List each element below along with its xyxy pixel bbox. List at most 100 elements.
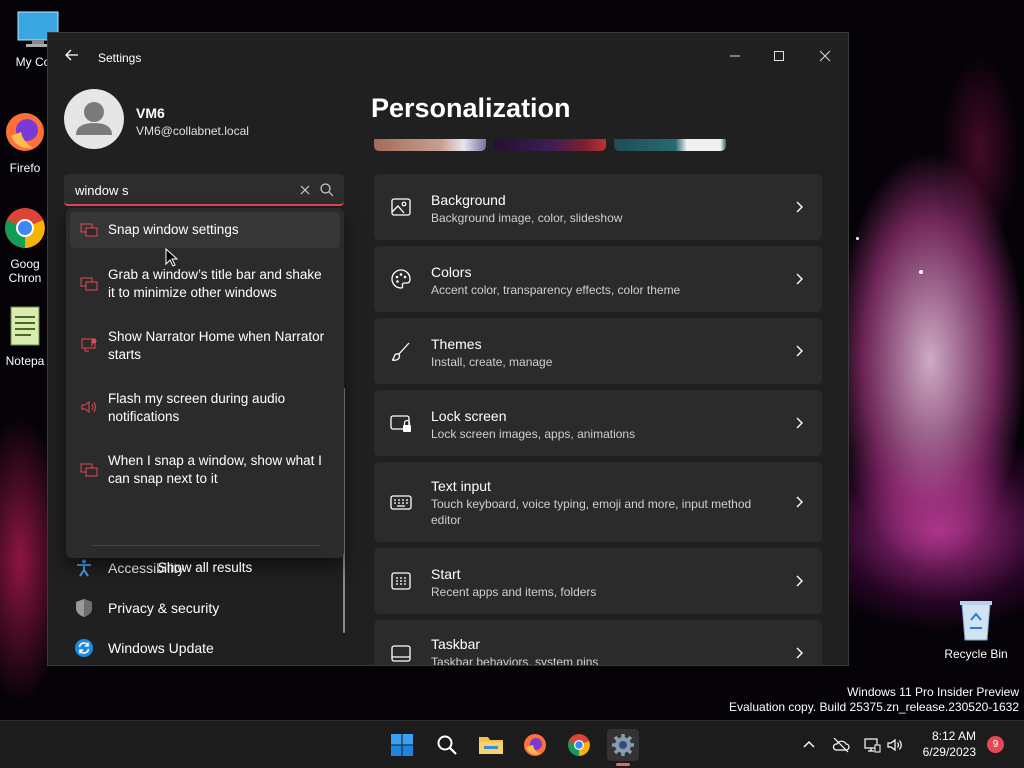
minimize-button[interactable] (712, 41, 758, 71)
wallpaper-sparkle (919, 270, 923, 274)
snap-window-icon (80, 463, 98, 477)
active-app-indicator (616, 763, 630, 766)
back-button[interactable] (62, 47, 82, 67)
windows-logo-icon (391, 734, 413, 756)
palette-icon (391, 269, 411, 289)
notepad-icon (10, 306, 40, 346)
card-title: Text input (431, 478, 491, 494)
user-icon (76, 102, 112, 135)
firefox-icon (6, 113, 44, 151)
gear-icon (612, 734, 634, 756)
window-title: Settings (98, 51, 142, 65)
theme-preview-thumbnail[interactable] (374, 139, 486, 151)
search-suggestion[interactable]: When I snap a window, show what I can sn… (70, 450, 340, 490)
suggestion-label: Flash my screen during audio notificatio… (108, 391, 286, 424)
card-subtitle: Taskbar behaviors, system pins (431, 655, 599, 666)
desktop-icon-label: Notepa (5, 354, 45, 368)
mouse-cursor-icon (165, 248, 179, 267)
title-bar[interactable]: Settings (48, 33, 848, 81)
keyboard-icon (390, 495, 412, 510)
search-button[interactable] (431, 729, 463, 761)
chevron-right-icon (796, 201, 803, 213)
settings-card-taskbar[interactable]: Taskbar Taskbar behaviors, system pins (374, 620, 822, 666)
desktop-icon-google-chrome[interactable]: Goog Chron (0, 206, 50, 285)
settings-card-lock-screen[interactable]: Lock screen Lock screen images, apps, an… (374, 390, 822, 456)
suggestion-label: When I snap a window, show what I can sn… (108, 453, 322, 486)
start-button[interactable] (386, 729, 418, 761)
desktop-icon-recycle-bin[interactable]: Recycle Bin (938, 598, 1014, 661)
network-icon[interactable] (863, 736, 881, 754)
settings-window: Settings VM6 VM6@collabnet.local Accessi… (47, 32, 849, 666)
theme-preview-thumbnail[interactable] (494, 139, 606, 151)
card-subtitle: Touch keyboard, voice typing, emoji and … (431, 497, 752, 527)
card-subtitle: Background image, color, slideshow (431, 211, 623, 225)
file-explorer-button[interactable] (475, 729, 507, 761)
desktop-icon-label-line1: Goog (10, 257, 40, 271)
suggestion-label: Show Narrator Home when Narrator starts (108, 329, 325, 362)
nav-item-privacy-security[interactable]: Privacy & security (66, 590, 344, 626)
search-suggestion[interactable]: Flash my screen during audio notificatio… (70, 388, 340, 428)
recycle-bin-icon (960, 601, 992, 641)
desktop-icon-notepad[interactable]: Notepa (0, 305, 50, 368)
search-input[interactable]: window s (75, 183, 128, 198)
settings-card-text-input[interactable]: Text input Touch keyboard, voice typing,… (374, 462, 822, 542)
search-icon[interactable] (318, 181, 336, 199)
taskbar: 8:12 AM 6/29/2023 9 (0, 720, 1024, 768)
search-suggestion[interactable]: Grab a window’s title bar and shake it t… (70, 264, 340, 304)
settings-card-themes[interactable]: Themes Install, create, manage (374, 318, 822, 384)
chevron-right-icon (796, 647, 803, 659)
clock-time[interactable]: 8:12 AM (912, 729, 976, 743)
clock-date[interactable]: 6/29/2023 (912, 745, 976, 759)
suggestion-label: Grab a window’s title bar and shake it t… (108, 267, 322, 300)
show-all-results-button[interactable]: Show all results (66, 560, 344, 575)
theme-preview-thumbnail[interactable] (614, 139, 726, 151)
card-title: Taskbar (431, 636, 481, 652)
chevron-up-icon[interactable] (800, 736, 818, 754)
start-icon (391, 572, 411, 590)
volume-icon[interactable] (886, 736, 904, 754)
suggestion-label: Snap window settings (108, 222, 239, 237)
chevron-right-icon (796, 496, 803, 508)
chevron-right-icon (796, 417, 803, 429)
desktop-icon-label: Recycle Bin (944, 647, 1008, 661)
watermark-line2: Evaluation copy. Build 25375.zn_release.… (729, 700, 1019, 714)
search-suggestion[interactable]: Snap window settings (70, 212, 340, 248)
wallpaper-sparkle (856, 237, 859, 240)
search-suggestions: Snap window settings Grab a window’s tit… (66, 208, 344, 575)
avatar[interactable] (64, 89, 124, 149)
chevron-right-icon (796, 575, 803, 587)
chrome-button[interactable] (563, 729, 595, 761)
taskbar-icon (391, 645, 411, 662)
settings-card-colors[interactable]: Colors Accent color, transparency effect… (374, 246, 822, 312)
card-title: Start (431, 566, 461, 582)
brush-icon (391, 342, 410, 361)
clear-icon[interactable] (296, 181, 314, 199)
card-title: Colors (431, 264, 472, 280)
settings-card-start[interactable]: Start Recent apps and items, folders (374, 548, 822, 614)
maximize-button[interactable] (756, 41, 802, 71)
settings-taskbar-button[interactable] (607, 729, 639, 761)
search-icon (437, 735, 457, 755)
desktop-icon-firefox[interactable]: Firefo (0, 110, 50, 175)
nav-item-label: Privacy & security (108, 600, 220, 616)
nav-item-windows-update[interactable]: Windows Update (66, 630, 344, 665)
settings-card-background[interactable]: Background Background image, color, slid… (374, 174, 822, 240)
card-subtitle: Install, create, manage (431, 355, 553, 369)
search-suggestion[interactable]: Show Narrator Home when Narrator starts (70, 326, 340, 366)
watermark-line1: Windows 11 Pro Insider Preview (847, 685, 1019, 699)
notification-badge[interactable]: 9 (987, 736, 1004, 753)
shield-icon (76, 599, 92, 617)
audio-flash-icon (81, 401, 96, 413)
card-title: Themes (431, 336, 482, 352)
cloud-offline-icon[interactable] (832, 736, 850, 754)
close-button[interactable] (802, 41, 848, 71)
maximize-icon (774, 51, 784, 61)
card-subtitle: Recent apps and items, folders (431, 585, 597, 599)
firefox-button[interactable] (519, 729, 551, 761)
chrome-icon (568, 734, 590, 756)
search-box[interactable]: window s (64, 174, 344, 206)
narrator-icon (81, 338, 97, 352)
user-email: VM6@collabnet.local (136, 124, 249, 138)
folder-icon (479, 737, 503, 754)
lock-screen-icon (390, 415, 411, 432)
